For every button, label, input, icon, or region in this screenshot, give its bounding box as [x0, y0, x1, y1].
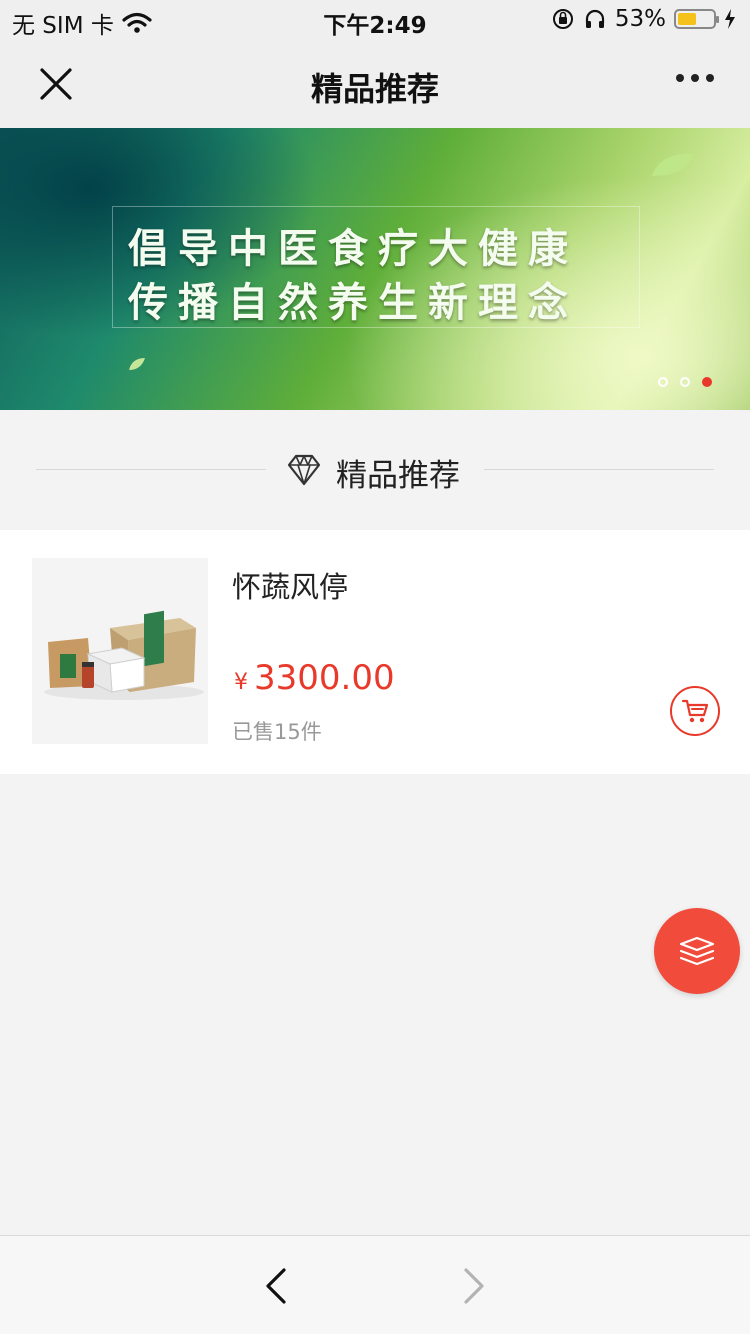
product-name[interactable]: 怀蔬风停 — [232, 564, 348, 606]
leaf-decoration — [129, 358, 145, 370]
nav-bar: 精品推荐 — [0, 40, 750, 128]
status-right: 53% — [551, 6, 736, 32]
leaf-decoration — [652, 153, 694, 176]
chevron-left-icon[interactable] — [258, 1266, 294, 1306]
more-dot — [706, 74, 714, 82]
carousel-dot[interactable] — [680, 377, 690, 387]
currency-symbol: ¥ — [234, 670, 248, 695]
banner-slogan-line1: 倡导中医食疗大健康 — [128, 225, 578, 272]
banner-carousel[interactable]: 倡导中医食疗大健康 传播自然养生新理念 — [0, 128, 750, 410]
sold-count: 已售15件 — [232, 720, 322, 744]
headphones-icon — [585, 9, 604, 28]
cart-icon — [681, 699, 709, 723]
more-icon[interactable] — [676, 74, 714, 82]
divider — [484, 469, 714, 470]
banner-slogan-line2: 传播自然养生新理念 — [128, 279, 578, 326]
carousel-dot-active[interactable] — [702, 377, 712, 387]
divider — [36, 469, 266, 470]
layers-icon — [679, 936, 715, 966]
product-image-graphic — [44, 610, 204, 700]
section-title: 精品推荐 — [336, 458, 460, 494]
carousel-dot[interactable] — [658, 377, 668, 387]
charging-icon — [725, 9, 735, 29]
page-title: 精品推荐 — [310, 70, 439, 108]
product-card[interactable]: 怀蔬风停 ¥3300.00 已售15件 — [0, 530, 750, 774]
diamond-icon — [287, 454, 321, 486]
add-to-cart-button[interactable] — [670, 686, 720, 736]
battery-percent: 53% — [614, 6, 666, 32]
orientation-lock-icon — [552, 9, 573, 29]
chevron-right-icon[interactable] — [456, 1266, 492, 1306]
more-dot — [676, 74, 684, 82]
product-image[interactable] — [32, 558, 208, 744]
battery-icon — [674, 9, 719, 29]
product-price: ¥3300.00 — [234, 658, 395, 698]
price-value: 3300.00 — [254, 658, 395, 698]
bottom-toolbar — [0, 1235, 750, 1334]
floating-menu-button[interactable] — [654, 908, 740, 994]
carousel-indicators — [658, 377, 712, 387]
more-dot — [691, 74, 699, 82]
section-header: 精品推荐 — [0, 410, 750, 530]
status-bar: 无 SIM 卡 下午2:49 53% — [0, 0, 750, 40]
battery-level — [678, 13, 696, 25]
